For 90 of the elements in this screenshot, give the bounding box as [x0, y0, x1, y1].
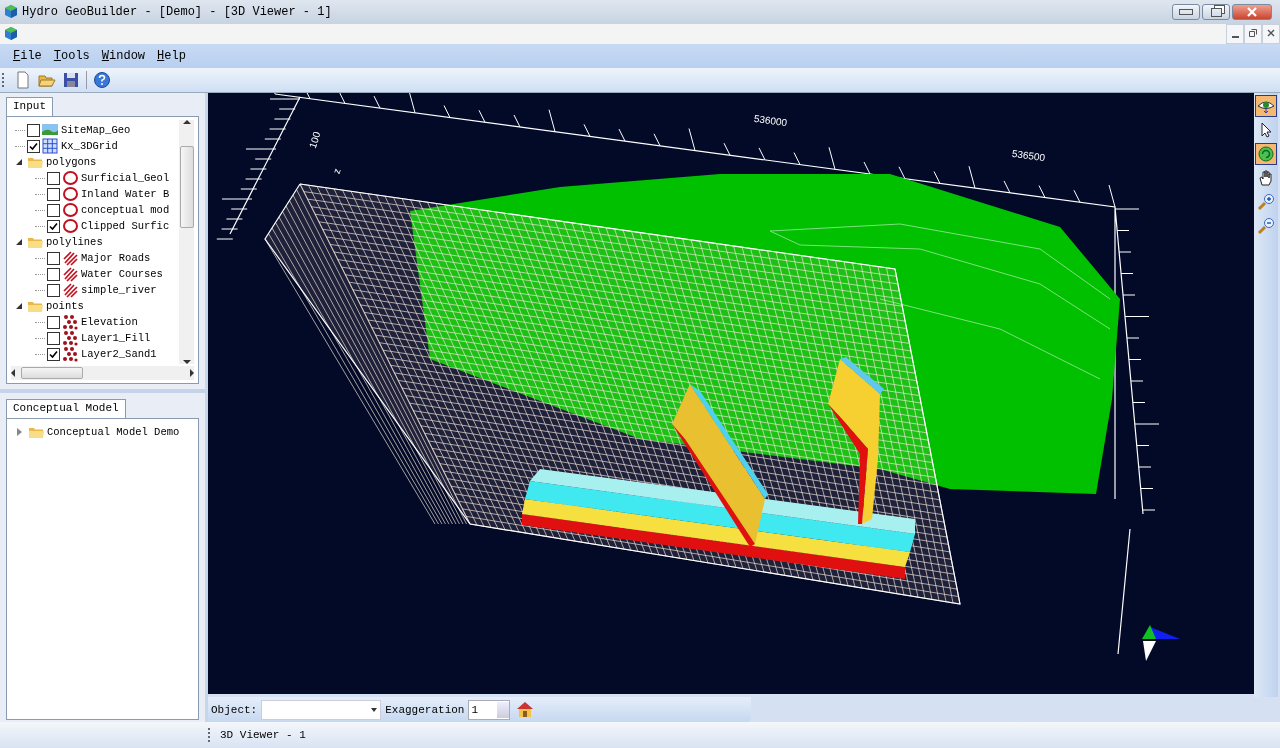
close-button[interactable] [1262, 24, 1280, 44]
restore-icon [1248, 27, 1258, 38]
checkbox[interactable] [27, 139, 40, 153]
ring-icon [62, 218, 78, 234]
exaggeration-label: Exaggeration [385, 703, 465, 716]
dots-icon [62, 314, 78, 330]
hatch-icon [62, 282, 78, 298]
checkbox[interactable] [47, 267, 60, 281]
axis-label: z [330, 166, 343, 175]
app-icon [3, 24, 19, 41]
menu-item[interactable]: Help [152, 47, 191, 65]
zoom-out-tool[interactable] [1255, 215, 1277, 237]
zoom-out-icon [1257, 217, 1275, 235]
rotate-tool[interactable] [1255, 143, 1277, 165]
tree-item[interactable]: conceptual mod [81, 203, 170, 217]
tree-item[interactable]: points [46, 299, 84, 313]
tree-item[interactable]: Kx_3DGrid [61, 139, 118, 153]
tree-item[interactable]: Inland Water B [81, 187, 170, 201]
close-icon [1266, 27, 1276, 38]
tree-item[interactable]: Layer2_Sand1 [81, 347, 157, 361]
menu-item[interactable]: Window [96, 47, 151, 65]
checkbox[interactable] [47, 187, 60, 201]
window-title: Hydro GeoBuilder - [Demo] - [3D Viewer - 1] [22, 5, 332, 19]
rotate-icon [1257, 145, 1275, 163]
checkmark-icon [49, 221, 58, 231]
checkbox[interactable] [47, 331, 60, 345]
horizontal-scrollbar[interactable] [11, 366, 194, 380]
tree-item[interactable]: Elevation [81, 315, 138, 329]
checkbox[interactable] [47, 251, 60, 265]
hand-icon [1257, 169, 1275, 187]
axis-label: 100 [306, 130, 323, 150]
tree-item[interactable]: Major Roads [81, 251, 151, 265]
tree-item[interactable]: SiteMap_Geo [61, 123, 131, 137]
tree-item[interactable]: simple_river [81, 283, 157, 297]
minimize-button[interactable] [1226, 24, 1244, 44]
collapse-arrow-icon[interactable] [16, 239, 22, 245]
tree-item[interactable]: polylines [46, 235, 103, 249]
checkbox[interactable] [47, 283, 60, 297]
checkbox[interactable] [47, 171, 60, 185]
save-icon [62, 71, 80, 89]
dots-icon [62, 330, 78, 346]
checkmark-icon [29, 141, 38, 151]
checkmark-icon [49, 349, 58, 359]
vertical-scrollbar[interactable] [179, 120, 194, 364]
axis-triad-icon [1142, 625, 1180, 661]
exaggeration-field[interactable]: 1 [468, 699, 511, 720]
tree-item[interactable]: Conceptual Model Demo [47, 425, 180, 439]
collapse-arrow-icon[interactable] [16, 303, 22, 309]
panel-tab[interactable]: Input [6, 97, 53, 116]
minimize-icon [1231, 35, 1239, 38]
restore-button[interactable] [1202, 4, 1230, 20]
axis-label: 536500 [1011, 147, 1046, 164]
zoom-in-tool[interactable] [1255, 191, 1277, 213]
tree-item[interactable]: Layer1_Fill [81, 331, 151, 345]
dots-icon [62, 346, 78, 362]
close-button[interactable] [1232, 4, 1272, 20]
grid-icon [42, 138, 58, 154]
hatch-icon [62, 266, 78, 282]
menu-item[interactable]: File [8, 47, 47, 65]
zoom-in-icon [1257, 193, 1275, 211]
eye-tool[interactable] [1255, 95, 1277, 117]
house-icon [516, 699, 535, 718]
tree-item[interactable]: Surficial_Geol [81, 171, 170, 185]
landscape-icon [42, 122, 58, 138]
app-icon [3, 2, 19, 19]
checkbox[interactable] [47, 203, 60, 217]
tree-item[interactable]: Clipped Surfic [81, 219, 170, 233]
checkbox[interactable] [47, 315, 60, 329]
new-file-icon [14, 71, 32, 89]
menu-item[interactable]: Tools [48, 47, 95, 65]
object-label: Object: [211, 703, 258, 716]
tree-item[interactable]: Water Courses [81, 267, 163, 281]
collapse-arrow-icon[interactable] [16, 159, 22, 165]
minimize-button[interactable] [1172, 4, 1200, 20]
axis-label: 536000 [753, 112, 788, 129]
checkbox[interactable] [47, 219, 60, 233]
hatch-icon [62, 250, 78, 266]
tree-item[interactable]: polygons [46, 155, 97, 169]
panel-tab[interactable]: Conceptual Model [6, 399, 126, 418]
restore-button[interactable] [1244, 24, 1262, 44]
ring-icon [62, 186, 78, 202]
ring-icon [62, 170, 78, 186]
checkbox[interactable] [27, 123, 40, 137]
help-icon [93, 71, 111, 89]
checkbox[interactable] [47, 347, 60, 361]
close-icon [1246, 7, 1258, 17]
ring-icon [62, 202, 78, 218]
expand-arrow-icon[interactable] [17, 428, 22, 436]
document-tab[interactable]: 3D Viewer - 1 [216, 729, 310, 741]
help-button[interactable] [91, 69, 113, 91]
